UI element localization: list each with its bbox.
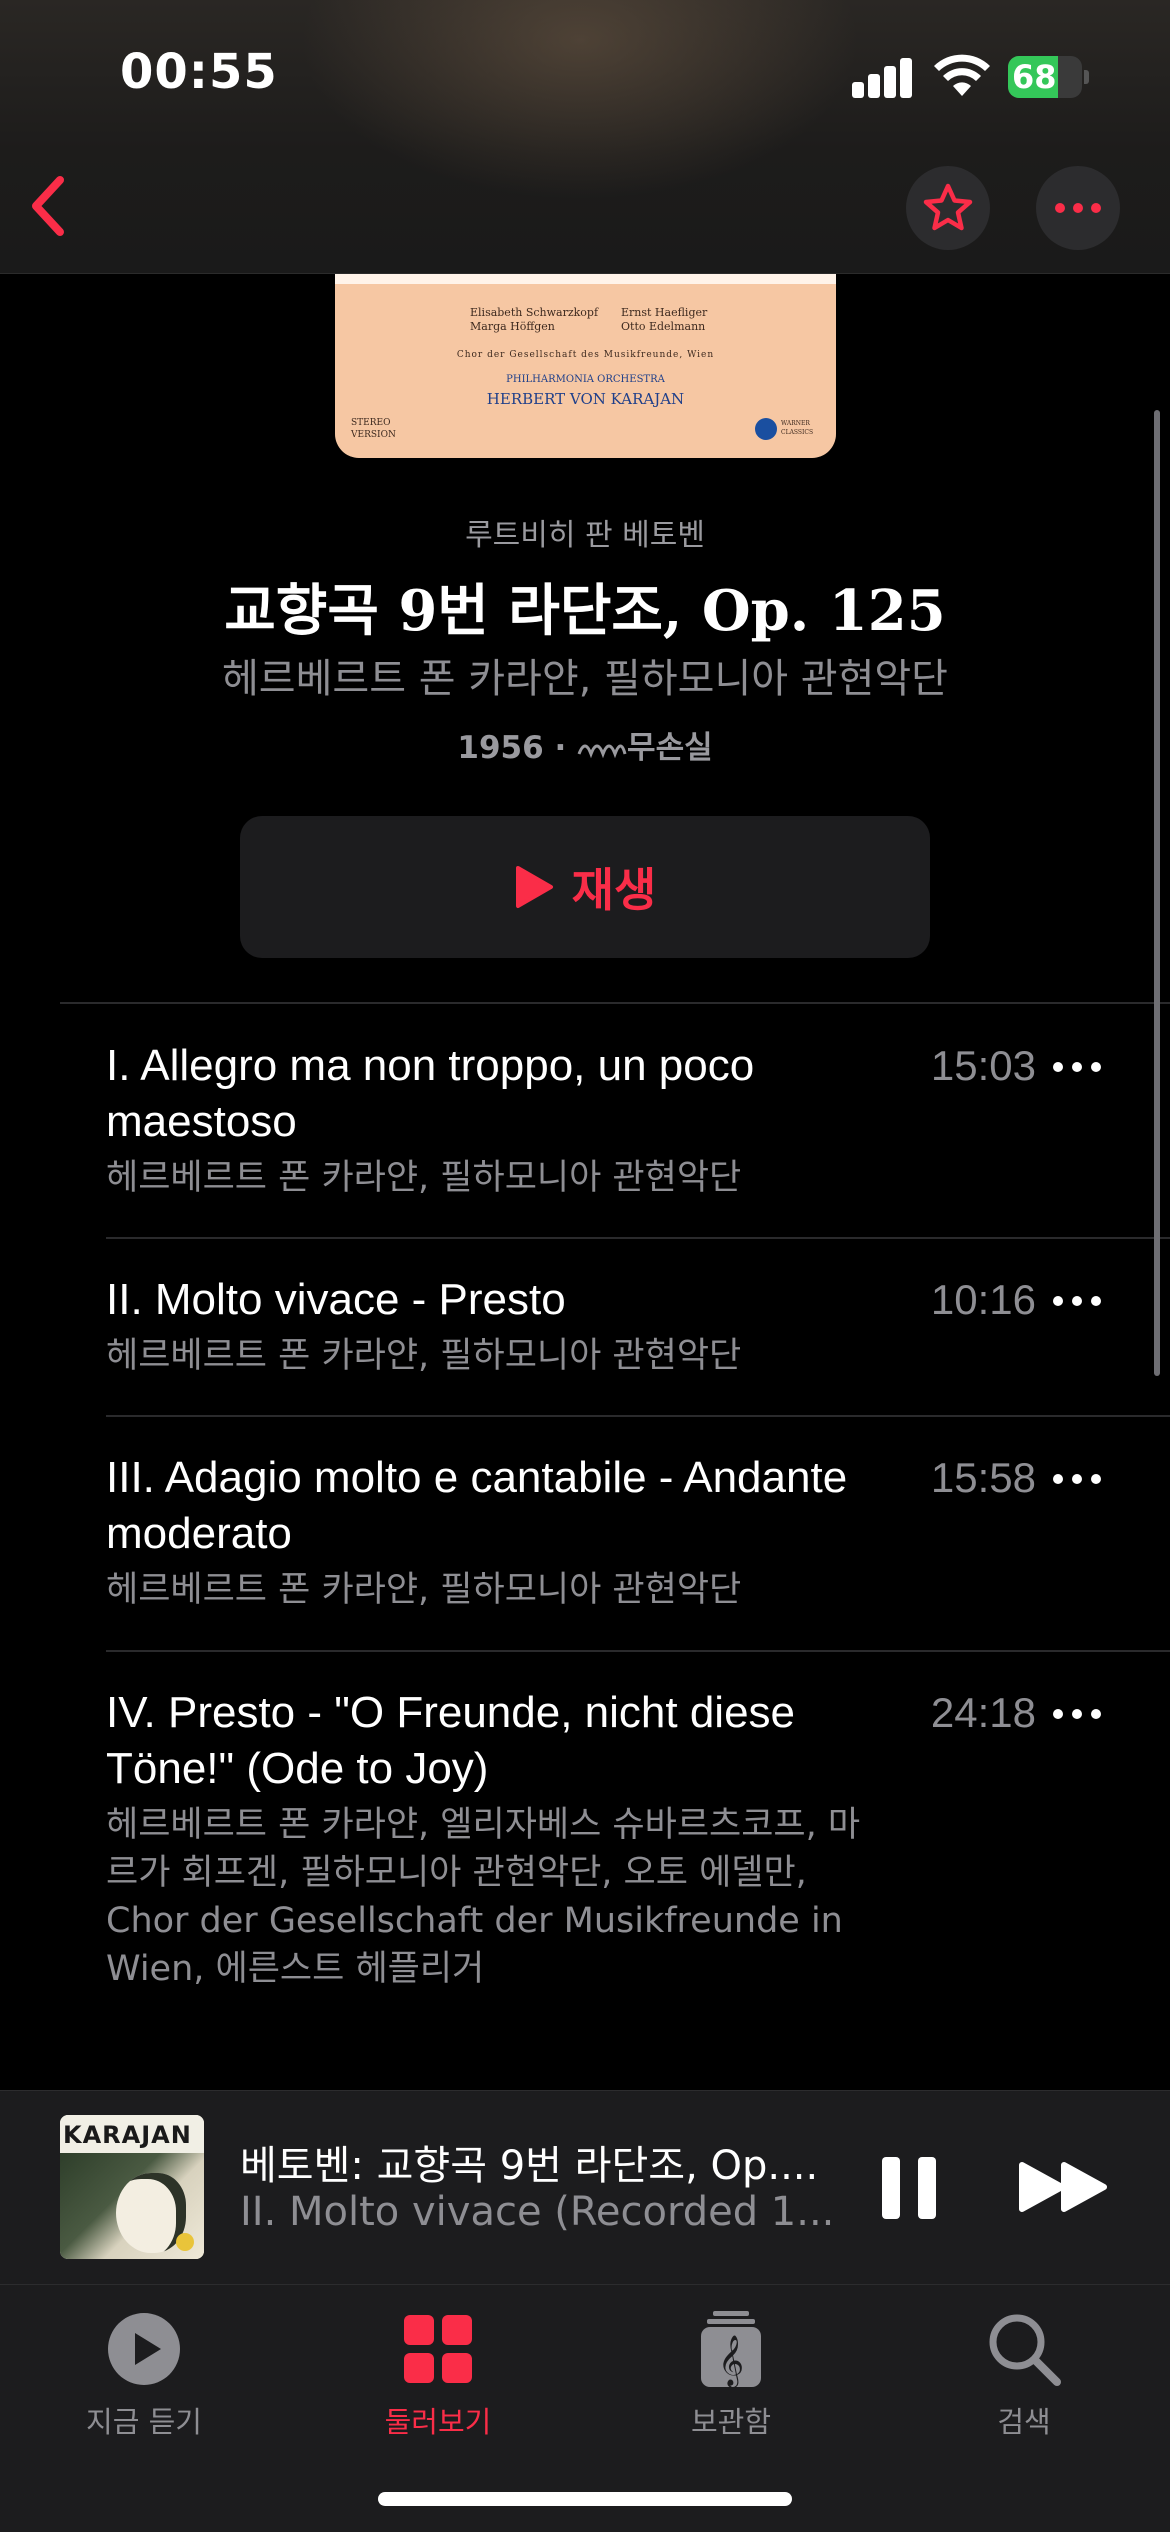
play-button[interactable]: 재생 [240, 816, 930, 958]
album-art-text: Chor der Gesellschaft des Musikfreunde, … [456, 350, 715, 360]
track-duration: 10:16 [930, 1276, 1036, 1323]
lossless-icon [577, 744, 627, 759]
track-row[interactable]: II. Molto vivace - Presto 헤르베르트 폰 카라얀, 필… [106, 1272, 1170, 1380]
album-artwork: Elisabeth Schwarzkopf Marga Höffgen Erns… [335, 274, 836, 458]
play-label: 재생 [571, 863, 657, 917]
album-art-text: WARNER [781, 420, 810, 427]
album-art-text: Ernst Haefliger [621, 306, 708, 319]
tab-label: 지금 듣기 [86, 2405, 202, 2439]
mini-player-artwork: KARAJAN [60, 2115, 204, 2259]
tab-library[interactable]: 𝄞 보관함 [611, 2305, 851, 2441]
favorite-button[interactable] [906, 166, 990, 250]
divider [60, 1002, 1170, 1004]
lossless-label: 무손실 [627, 730, 713, 766]
track-artists: 헤르베르트 폰 카라얀, 엘리자베스 슈바르츠코프, 마르가 회프겐, 필하모니… [106, 1805, 861, 1989]
track-artists: 헤르베르트 폰 카라얀, 필하모니아 관현악단 [106, 1570, 742, 1610]
tab-browse[interactable]: 둘러보기 [318, 2305, 558, 2441]
divider [106, 1650, 1170, 1652]
release-year: 1956 [457, 730, 544, 766]
album-art-text: VERSION [351, 430, 396, 440]
battery-level: 68 [1012, 58, 1057, 96]
ellipsis-icon [1055, 203, 1101, 213]
search-icon [989, 2314, 1061, 2386]
divider [106, 1237, 1170, 1239]
mini-player-title: 베토벤: 교향곡 9번 라단조, Op.... [240, 2143, 819, 2189]
track-title: IV. Presto - "O Freunde, nicht diese Tön… [106, 1688, 796, 1793]
album-composer[interactable]: 루트비히 판 베토벤 [0, 510, 1170, 554]
divider [106, 1415, 1170, 1417]
album-art-text: CLASSICS [781, 429, 814, 436]
album-art-text: HERBERT VON KARAJAN [486, 390, 685, 408]
chevron-left-icon[interactable] [20, 170, 80, 242]
album-title: 교향곡 9번 라단조, Op. 125 [224, 578, 946, 644]
more-button[interactable] [1036, 166, 1120, 250]
mini-player-subtitle: II. Molto vivace (Recorded 1... [240, 2189, 835, 2235]
fast-forward-icon[interactable] [1018, 2161, 1110, 2213]
album-art-text: Marga Höffgen [470, 320, 555, 333]
scrollbar[interactable] [1154, 410, 1160, 1376]
track-artists: 헤르베르트 폰 카라얀, 필하모니아 관현악단 [106, 1336, 742, 1376]
tab-search[interactable]: 검색 [904, 2305, 1144, 2441]
home-indicator[interactable] [378, 2492, 792, 2506]
track-title: II. Molto vivace - Presto [106, 1275, 566, 1324]
star-icon [923, 183, 973, 231]
cellular-signal-icon [852, 58, 914, 98]
album-artist[interactable]: 헤르베르트 폰 카라얀, 필하모니아 관현악단 [0, 646, 1170, 704]
mini-player[interactable]: KARAJAN 베토벤: 교향곡 9번 라단조, Op.... II. Molt… [0, 2090, 1170, 2284]
svg-text:𝄞: 𝄞 [718, 2335, 744, 2388]
track-title: III. Adagio molto e cantabile - Andante … [106, 1453, 848, 1558]
ellipsis-icon[interactable] [1052, 1707, 1102, 1721]
pause-icon[interactable] [882, 2157, 940, 2219]
play-icon [515, 866, 553, 908]
ellipsis-icon[interactable] [1052, 1060, 1102, 1074]
album-art-text: Otto Edelmann [621, 320, 706, 333]
tab-label: 둘러보기 [384, 2405, 492, 2439]
meta-separator: · [554, 730, 567, 766]
album-art-text: Elisabeth Schwarzkopf [470, 306, 599, 319]
library-icon: 𝄞 [701, 2311, 761, 2388]
album-meta: 1956 · 무손실 [0, 722, 1170, 767]
tab-listen-now[interactable]: 지금 듣기 [24, 2305, 264, 2441]
album-art-text: STEREO [351, 418, 391, 428]
status-time: 00:55 [120, 44, 278, 100]
tab-label: 보관함 [690, 2405, 772, 2439]
track-duration: 15:58 [930, 1454, 1036, 1501]
track-title: I. Allegro ma non troppo, un poco maesto… [106, 1041, 755, 1146]
wifi-icon [934, 54, 990, 96]
track-row[interactable]: IV. Presto - "O Freunde, nicht diese Tön… [106, 1685, 1170, 1993]
warner-logo [755, 418, 777, 440]
ellipsis-icon[interactable] [1052, 1472, 1102, 1486]
ellipsis-icon[interactable] [1052, 1294, 1102, 1308]
track-artists: 헤르베르트 폰 카라얀, 필하모니아 관현악단 [106, 1158, 742, 1198]
tab-label: 검색 [997, 2405, 1051, 2439]
track-duration: 15:03 [930, 1042, 1036, 1089]
track-row[interactable]: III. Adagio molto e cantabile - Andante … [106, 1450, 1170, 1614]
track-duration: 24:18 [930, 1689, 1036, 1736]
play-circle-icon [108, 2313, 180, 2385]
album-art-text: PHILHARMONIA ORCHESTRA [506, 374, 665, 385]
track-row[interactable]: I. Allegro ma non troppo, un poco maesto… [106, 1038, 1170, 1202]
grid-icon [404, 2315, 472, 2383]
mini-art-text: KARAJAN [63, 2121, 192, 2149]
header-artwork-blur [300, 0, 860, 200]
battery-indicator: 68 [1008, 56, 1089, 98]
